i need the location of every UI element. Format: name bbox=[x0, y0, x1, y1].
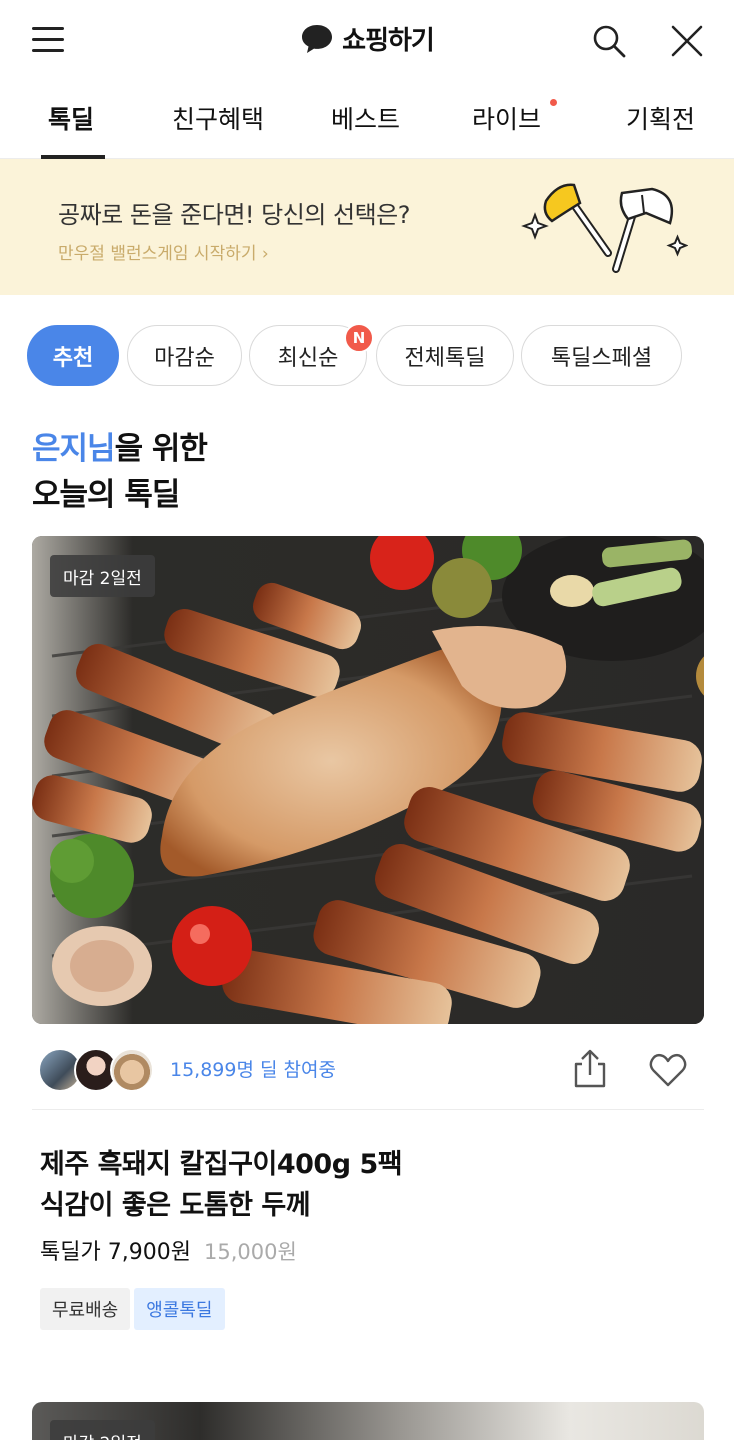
tag-free-shipping: 무료배송 bbox=[40, 1288, 131, 1330]
chip-newest-label: 최신순 bbox=[277, 345, 339, 371]
tab-friend-benefits[interactable]: 친구혜택 bbox=[172, 100, 264, 158]
chip-newest[interactable]: 최신순 N bbox=[249, 323, 374, 386]
chip-deal-special[interactable]: 톡딜스페셜 bbox=[521, 325, 682, 386]
close-icon[interactable] bbox=[668, 22, 706, 60]
promo-banner[interactable]: 공짜로 돈을 준다면! 당신의 선택은? 만우절 밸런스게임 시작하기 › bbox=[0, 159, 734, 295]
avatar bbox=[110, 1048, 154, 1092]
product-meta-row: 15,899명 딜 참여중 bbox=[32, 1040, 704, 1110]
chip-all-deals[interactable]: 전체톡딜 bbox=[376, 325, 514, 386]
speech-bubble-icon bbox=[302, 24, 333, 53]
product-title-line2: 식감이 좋은 도톰한 두께 bbox=[40, 1190, 311, 1221]
deal-price: 7,900원 bbox=[107, 1240, 191, 1265]
tab-live[interactable]: 라이브 bbox=[472, 100, 541, 158]
original-price: 15,000원 bbox=[203, 1240, 297, 1264]
price-row: 톡딜가 7,900원 15,000원 bbox=[40, 1234, 297, 1266]
heart-icon[interactable] bbox=[648, 1050, 688, 1090]
product-photo bbox=[32, 536, 704, 1024]
banner-link[interactable]: 만우절 밸런스게임 시작하기 › bbox=[58, 239, 269, 264]
share-icon[interactable] bbox=[570, 1048, 610, 1090]
new-dot-indicator bbox=[550, 99, 557, 106]
heading-line1: 을 위한 bbox=[114, 431, 208, 467]
chip-deadline[interactable]: 마감순 bbox=[127, 325, 242, 386]
new-badge: N bbox=[344, 323, 374, 353]
banner-title: 공짜로 돈을 준다면! 당신의 선택은? bbox=[58, 201, 411, 229]
chip-recommended[interactable]: 추천 bbox=[27, 325, 119, 386]
top-bar: 쇼핑하기 bbox=[0, 0, 734, 80]
user-name: 은지님 bbox=[32, 431, 116, 467]
product-title[interactable]: 제주 흑돼지 칼집구이400g 5팩 식감이 좋은 도톰한 두께 bbox=[40, 1144, 680, 1226]
product-tags: 무료배송 앵콜톡딜 bbox=[40, 1288, 229, 1330]
product-image[interactable]: 마감 2일전 bbox=[32, 536, 704, 1024]
axes-illustration-icon bbox=[521, 183, 688, 273]
product-title-line1: 제주 흑돼지 칼집구이400g 5팩 bbox=[40, 1149, 403, 1180]
tab-talkdeal[interactable]: 톡딜 bbox=[48, 100, 94, 158]
category-tabs: 톡딜 친구혜택 베스트 라이브 기획전 bbox=[0, 80, 734, 159]
sort-chips: 추천 마감순 최신순 N 전체톡딜 톡딜스페셜 bbox=[0, 323, 734, 387]
price-label: 톡딜가 bbox=[40, 1240, 101, 1265]
search-icon[interactable] bbox=[590, 22, 628, 60]
participant-avatars bbox=[38, 1048, 158, 1092]
next-product-image[interactable]: 마감 2일전 bbox=[32, 1402, 704, 1440]
section-heading: 은지님을 위한 오늘의 톡딜 bbox=[32, 426, 208, 518]
participant-count: 15,899명 딜 참여중 bbox=[170, 1059, 336, 1081]
tab-promotions[interactable]: 기획전 bbox=[626, 100, 695, 158]
page-title: 쇼핑하기 bbox=[342, 26, 435, 56]
heading-line2: 오늘의 톡딜 bbox=[32, 477, 180, 513]
deadline-badge: 마감 2일전 bbox=[50, 1420, 155, 1440]
tab-best[interactable]: 베스트 bbox=[331, 100, 400, 158]
tag-encore-deal: 앵콜톡딜 bbox=[134, 1288, 225, 1330]
deadline-badge: 마감 2일전 bbox=[50, 555, 155, 597]
